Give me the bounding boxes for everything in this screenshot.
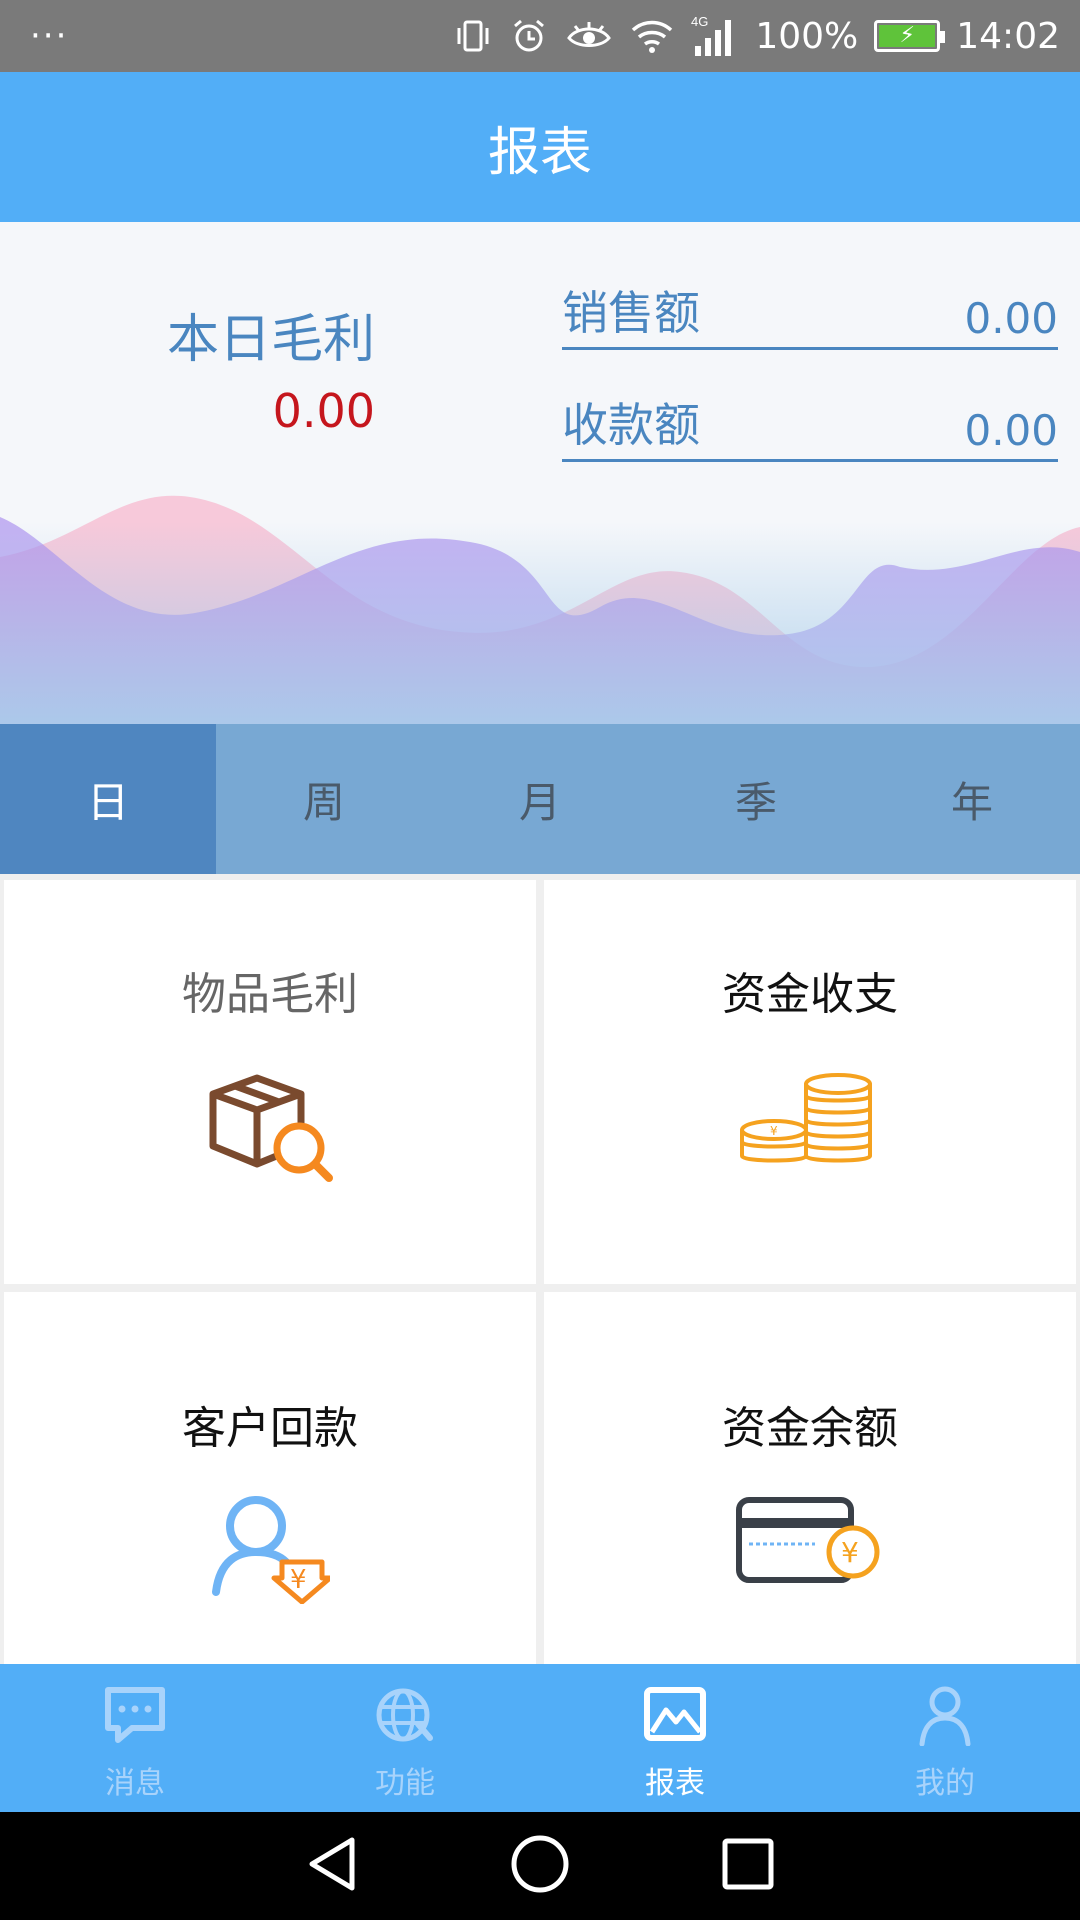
page-title: 报表	[487, 122, 592, 183]
receipts-label: 收款额	[562, 398, 700, 452]
home-icon[interactable]	[510, 1834, 570, 1898]
nav-reports[interactable]: 报表	[540, 1664, 810, 1812]
tab-quarter[interactable]: 季	[648, 724, 864, 874]
nav-label: 功能	[375, 1766, 435, 1801]
sales-value: 0.00	[964, 294, 1058, 343]
card-item-profit[interactable]: 物品毛利	[4, 880, 536, 1284]
day-profit-value: 0.00	[272, 384, 375, 438]
back-icon[interactable]	[304, 1834, 360, 1898]
system-nav-bar	[0, 1812, 1080, 1920]
status-bar: ··· 4G 100% ⚡ 14:02	[0, 0, 1080, 72]
receipts-value: 0.00	[964, 406, 1058, 455]
receipts-amount-row: 收款额 0.00	[562, 398, 1058, 462]
recents-icon[interactable]	[720, 1836, 776, 1896]
box-search-icon	[205, 1072, 335, 1186]
vibrate-icon	[453, 16, 493, 56]
card-balance-icon: ¥	[735, 1494, 885, 1598]
report-grid: 物品毛利 资金收支 ¥ 客户回款 ¥ 资金余额 ¥	[0, 874, 1080, 1672]
tab-week[interactable]: 周	[216, 724, 432, 874]
charging-bolt-icon: ⚡	[899, 23, 915, 48]
clock: 14:02	[956, 15, 1060, 57]
network-type: 4G	[691, 14, 708, 29]
eye-icon	[565, 16, 613, 56]
tab-year[interactable]: 年	[864, 724, 1080, 874]
period-tabs: 日 周 月 季 年	[0, 724, 1080, 874]
svg-text:¥: ¥	[841, 1536, 859, 1569]
svg-text:¥: ¥	[770, 1124, 778, 1138]
card-fund-flow[interactable]: 资金收支 ¥	[544, 880, 1076, 1284]
message-icon	[102, 1684, 168, 1750]
nav-label: 消息	[105, 1766, 165, 1801]
day-profit-label: 本日毛利	[166, 310, 375, 370]
bottom-nav: 消息 功能 报表 我的	[0, 1664, 1080, 1812]
coins-icon: ¥	[740, 1072, 880, 1176]
app-header: 报表	[0, 72, 1080, 222]
summary-panel: 本日毛利 0.00 销售额 0.00 收款额 0.00	[0, 222, 1080, 724]
status-icons: 4G 100% ⚡ 14:02	[453, 14, 1060, 58]
nav-messages[interactable]: 消息	[0, 1664, 270, 1812]
image-chart-icon	[642, 1684, 708, 1750]
card-label: 资金收支	[722, 969, 898, 1020]
card-customer-payback[interactable]: 客户回款 ¥	[4, 1292, 536, 1672]
card-label: 物品毛利	[182, 969, 358, 1020]
nav-label: 报表	[645, 1766, 705, 1801]
menu-dots: ···	[30, 16, 69, 56]
signal-icon: 4G	[691, 14, 739, 58]
tab-month[interactable]: 月	[432, 724, 648, 874]
svg-text:¥: ¥	[290, 1565, 307, 1595]
tab-day[interactable]: 日	[0, 724, 216, 874]
wifi-icon	[629, 16, 675, 56]
sales-amount-row: 销售额 0.00	[562, 286, 1058, 350]
card-label: 资金余额	[722, 1403, 898, 1454]
user-return-icon: ¥	[210, 1494, 333, 1608]
nav-mine[interactable]: 我的	[810, 1664, 1080, 1812]
globe-icon	[372, 1684, 438, 1750]
nav-label: 我的	[915, 1766, 975, 1801]
battery-percent: 100%	[755, 15, 859, 57]
card-label: 客户回款	[182, 1403, 358, 1454]
nav-functions[interactable]: 功能	[270, 1664, 540, 1812]
person-icon	[912, 1684, 978, 1750]
card-fund-balance[interactable]: 资金余额 ¥	[544, 1292, 1076, 1672]
report-screen: ··· 4G 100% ⚡ 14:02 报表 本日毛利 0.00 销售额 0.0…	[0, 0, 1080, 1920]
alarm-icon	[509, 16, 549, 56]
battery-icon: ⚡	[874, 20, 946, 52]
sales-label: 销售额	[562, 286, 700, 340]
